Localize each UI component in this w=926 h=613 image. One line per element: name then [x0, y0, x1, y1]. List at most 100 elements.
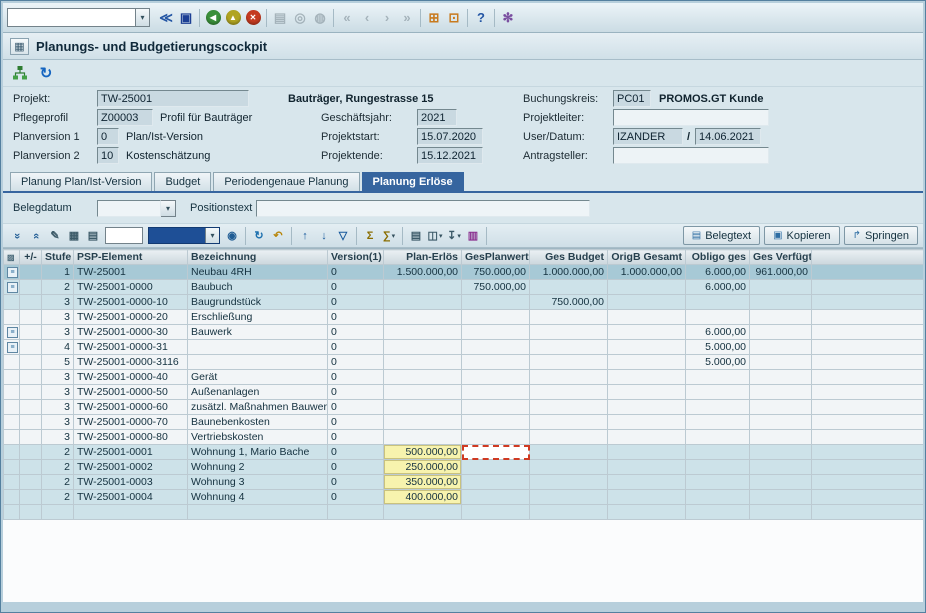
cell-obligo[interactable]: 6.000,00	[686, 265, 750, 280]
cell-ges_budget[interactable]	[530, 325, 608, 340]
cell-stufe[interactable]: 3	[42, 325, 74, 340]
column-header-pm[interactable]: +/-	[20, 250, 42, 265]
cell-gesplanwert[interactable]	[462, 295, 530, 310]
hide-command-field-icon[interactable]: ≪	[156, 8, 176, 28]
cell-origb[interactable]	[608, 415, 686, 430]
cell-pm[interactable]	[20, 280, 42, 295]
projekt-field[interactable]	[97, 90, 249, 107]
column-header-verfuegt[interactable]: Ges Verfügt	[750, 250, 812, 265]
cell-version[interactable]: 0	[328, 265, 384, 280]
filter-icon[interactable]: ▽	[334, 227, 352, 245]
cell-origb[interactable]	[608, 280, 686, 295]
cell-version[interactable]: 0	[328, 385, 384, 400]
cell-obligo[interactable]: 6.000,00	[686, 280, 750, 295]
cell-gesplanwert[interactable]	[462, 355, 530, 370]
cell-bez[interactable]: Wohnung 2	[188, 460, 328, 475]
cell-plan_erloes[interactable]: 500.000,00	[384, 445, 462, 460]
column-header-origb[interactable]: OrigB Gesamt	[608, 250, 686, 265]
cell-ges_budget[interactable]: 750.000,00	[530, 295, 608, 310]
cell-bez[interactable]	[188, 505, 328, 520]
cell-version[interactable]: 0	[328, 415, 384, 430]
cell-gesplanwert[interactable]	[462, 385, 530, 400]
cell-verfuegt[interactable]	[750, 430, 812, 445]
cell-gesplanwert[interactable]: 750.000,00	[462, 280, 530, 295]
cell-version[interactable]: 0	[328, 430, 384, 445]
cell-version[interactable]: 0	[328, 340, 384, 355]
cell-plan_erloes[interactable]	[384, 280, 462, 295]
print-grid-icon[interactable]: ▤	[407, 227, 425, 245]
cell-verfuegt[interactable]	[750, 325, 812, 340]
cell-plan_erloes[interactable]	[384, 415, 462, 430]
cell-verfuegt[interactable]	[750, 490, 812, 505]
cell-origb[interactable]	[608, 445, 686, 460]
projektleiter-field[interactable]	[613, 109, 769, 126]
cell-bez[interactable]	[188, 340, 328, 355]
cell-gesplanwert[interactable]	[462, 445, 530, 460]
cell-plan_erloes[interactable]	[384, 370, 462, 385]
cell-stufe[interactable]: 3	[42, 385, 74, 400]
cell-origb[interactable]	[608, 340, 686, 355]
cell-stufe[interactable]: 3	[42, 370, 74, 385]
cell-sel[interactable]	[4, 460, 20, 475]
cell-pm[interactable]	[20, 490, 42, 505]
cell-pm[interactable]	[20, 460, 42, 475]
planversion1-field[interactable]	[97, 128, 119, 145]
cell-origb[interactable]	[608, 400, 686, 415]
select-all-header[interactable]: ▨	[4, 250, 20, 265]
cell-version[interactable]: 0	[328, 460, 384, 475]
cell-bez[interactable]	[188, 355, 328, 370]
cell-obligo[interactable]	[686, 370, 750, 385]
column-header-stufe[interactable]: Stufe	[42, 250, 74, 265]
subtotal-icon-dropdown[interactable]: ▾	[392, 232, 396, 240]
cell-sel[interactable]	[4, 430, 20, 445]
cell-sel[interactable]	[4, 310, 20, 325]
cell-stufe[interactable]: 4	[42, 340, 74, 355]
cell-pm[interactable]	[20, 370, 42, 385]
cell-ges_budget[interactable]: 1.000.000,00	[530, 265, 608, 280]
cell-ges_budget[interactable]	[530, 310, 608, 325]
cell-pm[interactable]	[20, 415, 42, 430]
cell-stufe[interactable]: 2	[42, 490, 74, 505]
cell-psp[interactable]: TW-25001-0003	[74, 475, 188, 490]
cell-pm[interactable]	[20, 430, 42, 445]
cell-sel[interactable]	[4, 355, 20, 370]
cell-stufe[interactable]: 1	[42, 265, 74, 280]
cell-sel[interactable]	[4, 475, 20, 490]
cell-pm[interactable]	[20, 355, 42, 370]
tab-planung-plan-ist-version[interactable]: Planung Plan/Ist-Version	[10, 172, 152, 191]
cell-obligo[interactable]: 6.000,00	[686, 325, 750, 340]
cell-bez[interactable]: Gerät	[188, 370, 328, 385]
cell-obligo[interactable]	[686, 445, 750, 460]
cell-verfuegt[interactable]: 961.000,00	[750, 265, 812, 280]
cell-version[interactable]: 0	[328, 355, 384, 370]
cell-sel[interactable]: ≡	[4, 280, 20, 295]
cell-verfuegt[interactable]	[750, 280, 812, 295]
cell-psp[interactable]: TW-25001-0002	[74, 460, 188, 475]
export-icon[interactable]: ↧▾	[445, 227, 463, 245]
cell-version[interactable]: 0	[328, 475, 384, 490]
cell-verfuegt[interactable]	[750, 370, 812, 385]
cell-psp[interactable]: TW-25001-0000-50	[74, 385, 188, 400]
column-header-obligo[interactable]: Obligo ges	[686, 250, 750, 265]
cell-origb[interactable]	[608, 295, 686, 310]
cell-sel[interactable]	[4, 400, 20, 415]
cell-plan_erloes[interactable]	[384, 385, 462, 400]
cell-origb[interactable]	[608, 385, 686, 400]
cell-psp[interactable]: TW-25001-0000-80	[74, 430, 188, 445]
cell-verfuegt[interactable]	[750, 340, 812, 355]
cell-bez[interactable]: Bauwerk	[188, 325, 328, 340]
cell-sel[interactable]	[4, 445, 20, 460]
cell-pm[interactable]	[20, 385, 42, 400]
select-all-icon[interactable]: ▨	[7, 253, 15, 262]
cell-origb[interactable]	[608, 490, 686, 505]
cell-plan_erloes[interactable]	[384, 355, 462, 370]
cell-ges_budget[interactable]	[530, 490, 608, 505]
back-icon[interactable]: ◀	[203, 8, 223, 28]
column-header-ges_budget[interactable]: Ges Budget	[530, 250, 608, 265]
cell-stufe[interactable]: 3	[42, 295, 74, 310]
cancel-icon[interactable]: ✕	[243, 8, 263, 28]
tab-periodengenaue-planung[interactable]: Periodengenaue Planung	[213, 172, 359, 191]
cell-pm[interactable]	[20, 505, 42, 520]
refresh-icon[interactable]: ↻	[35, 62, 57, 84]
cell-psp[interactable]: TW-25001	[74, 265, 188, 280]
